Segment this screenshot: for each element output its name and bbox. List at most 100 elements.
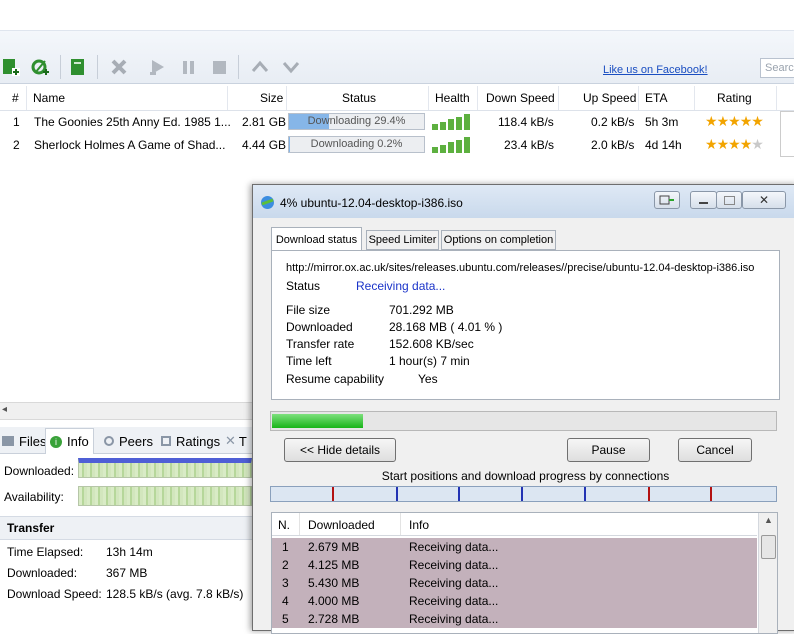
- torrent-row[interactable]: 2 Sherlock Holmes A Game of Shad... 4.44…: [0, 134, 794, 156]
- rating-stars[interactable]: ★★★★★: [705, 113, 763, 130]
- idm-app-icon: [260, 195, 275, 213]
- download-progress-fill: [272, 414, 363, 428]
- tab-files[interactable]: Files: [2, 430, 46, 452]
- time-elapsed-value: 13h 14m: [106, 545, 153, 559]
- minimize-to-tray-icon[interactable]: [654, 191, 680, 209]
- conn-column-downloaded[interactable]: Downloaded: [308, 518, 375, 532]
- downloaded-label: Downloaded: [286, 320, 353, 334]
- conn-column-info[interactable]: Info: [409, 518, 429, 532]
- minimize-button[interactable]: [690, 191, 717, 209]
- column-eta[interactable]: ETA: [645, 91, 667, 105]
- column-size[interactable]: Size: [260, 91, 283, 105]
- status-progress-bar: Downloading 29.4%: [288, 113, 425, 130]
- tab-files-label: Files: [19, 434, 46, 449]
- connection-row[interactable]: 1 2.679 MB Receiving data...: [272, 538, 757, 556]
- downloaded-total-value: 367 MB: [106, 566, 147, 580]
- peers-icon: [104, 436, 114, 446]
- conn-number: 2: [282, 558, 289, 572]
- move-up-icon[interactable]: [249, 56, 271, 78]
- close-button[interactable]: ✕: [742, 191, 786, 209]
- scroll-left-icon[interactable]: ◂: [2, 404, 7, 415]
- conn-info: Receiving data...: [409, 558, 498, 572]
- tab-ratings-label: Ratings: [176, 434, 220, 449]
- star-icon: ★: [728, 136, 740, 152]
- tab-ratings[interactable]: Ratings: [161, 430, 220, 452]
- column-divider: [26, 86, 27, 110]
- health-bars: [432, 114, 472, 130]
- connection-marker: [458, 487, 460, 501]
- tab-options-on-completion[interactable]: Options on completion: [441, 230, 556, 250]
- up-speed: 2.0 kB/s: [591, 138, 634, 152]
- start-icon[interactable]: [146, 56, 168, 78]
- torrent-row[interactable]: 1 The Goonies 25th Anny Ed. 1985 1... 2.…: [0, 111, 794, 133]
- column-status[interactable]: Status: [342, 91, 376, 105]
- connection-marker: [396, 487, 398, 501]
- dialog-titlebar[interactable]: 4% ubuntu-12.04-desktop-i386.iso ✕: [253, 185, 794, 218]
- facebook-link[interactable]: Like us on Facebook!: [603, 64, 708, 76]
- connection-row[interactable]: 3 5.430 MB Receiving data...: [272, 574, 757, 592]
- horizontal-scrollbar[interactable]: ◂: [0, 402, 252, 420]
- move-down-icon[interactable]: [280, 56, 302, 78]
- star-icon: ★: [705, 113, 717, 129]
- maximize-button[interactable]: [716, 191, 742, 209]
- vertical-scrollbar[interactable]: ▲: [758, 513, 777, 633]
- column-divider: [428, 86, 429, 110]
- eta: 4d 14h: [645, 138, 682, 152]
- connection-marker: [710, 487, 712, 501]
- file-size-label: File size: [286, 303, 330, 317]
- pause-button[interactable]: Pause: [567, 438, 650, 462]
- tab-trackers-label: T: [239, 434, 247, 449]
- column-divider: [694, 86, 695, 110]
- health-bar: [464, 114, 470, 130]
- health-bar: [448, 119, 454, 130]
- column-number[interactable]: #: [12, 91, 19, 105]
- star-icon: ★: [728, 113, 740, 129]
- transfer-section-header: Transfer: [0, 516, 252, 540]
- row-number: 1: [13, 115, 20, 129]
- column-name[interactable]: Name: [33, 91, 65, 105]
- dialog-title: 4% ubuntu-12.04-desktop-i386.iso: [280, 196, 463, 210]
- download-speed-value: 128.5 kB/s (avg. 7.8 kB/s): [106, 587, 243, 601]
- resume-capability-value: Yes: [418, 372, 438, 386]
- column-health[interactable]: Health: [435, 91, 470, 105]
- cancel-button[interactable]: Cancel: [678, 438, 752, 462]
- connections-table-header: N. Downloaded Info: [272, 513, 757, 536]
- star-icon: ★: [740, 113, 752, 129]
- add-torrent-icon[interactable]: [0, 56, 22, 78]
- connection-row[interactable]: 5 2.728 MB Receiving data...: [272, 610, 757, 628]
- create-torrent-icon[interactable]: [67, 56, 89, 78]
- column-up-speed[interactable]: Up Speed: [583, 91, 636, 105]
- pause-icon[interactable]: [178, 56, 200, 78]
- tab-download-status[interactable]: Download status: [271, 227, 362, 251]
- health-bar: [456, 140, 462, 154]
- tab-speed-limiter[interactable]: Speed Limiter: [366, 230, 439, 250]
- downloaded-pieces-bar: [78, 458, 252, 478]
- downloaded-value: 28.168 MB ( 4.01 % ): [389, 320, 502, 334]
- tab-peers[interactable]: Peers: [104, 430, 153, 452]
- health-bar: [432, 147, 438, 153]
- scroll-up-icon[interactable]: ▲: [764, 515, 773, 525]
- add-link-icon[interactable]: [30, 56, 52, 78]
- availability-bar: [78, 486, 252, 506]
- ratings-icon: [161, 436, 171, 446]
- connection-marker: [332, 487, 334, 501]
- conn-column-n[interactable]: N.: [278, 518, 290, 532]
- scrollbar-thumb[interactable]: [761, 535, 776, 559]
- maximize-icon: [724, 196, 735, 205]
- connection-row[interactable]: 4 4.000 MB Receiving data...: [272, 592, 757, 610]
- hide-details-button[interactable]: << Hide details: [284, 438, 396, 462]
- remove-icon[interactable]: [108, 56, 130, 78]
- connection-row[interactable]: 2 4.125 MB Receiving data...: [272, 556, 757, 574]
- search-input[interactable]: Searc: [760, 58, 794, 78]
- time-elapsed-label: Time Elapsed:: [7, 545, 83, 559]
- torrent-list-header: # Name Size Status Health Down Speed Up …: [0, 86, 794, 111]
- column-rating[interactable]: Rating: [717, 91, 752, 105]
- health-bars: [432, 137, 472, 153]
- stop-icon[interactable]: [208, 56, 230, 78]
- rating-stars[interactable]: ★★★★★: [705, 136, 763, 153]
- tab-trackers[interactable]: ✕ T: [225, 430, 247, 452]
- download-progress-bar: [270, 411, 777, 431]
- column-down-speed[interactable]: Down Speed: [486, 91, 555, 105]
- tab-info[interactable]: i Info: [45, 428, 94, 454]
- conn-info: Receiving data...: [409, 576, 498, 590]
